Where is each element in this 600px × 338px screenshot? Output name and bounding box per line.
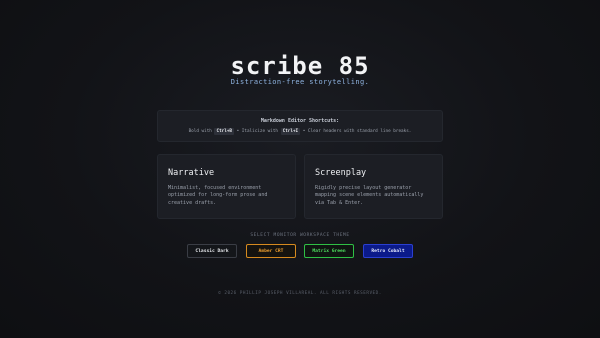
- footer-copyright: © 2026 PHILLIP JOSEPH VILLAREAL. ALL RIG…: [218, 291, 382, 296]
- shortcuts-line: Bold with Ctrl+B • Italicize with Ctrl+I…: [158, 128, 442, 135]
- theme-retro-cobalt-button[interactable]: Retro Cobalt: [363, 244, 413, 258]
- italic-shortcut-text: • Italicize with: [236, 129, 279, 134]
- screenplay-card-title: Screenplay: [315, 168, 367, 178]
- bold-key: Ctrl+B: [214, 128, 235, 135]
- theme-matrix-green-button[interactable]: Matrix Green: [304, 244, 354, 258]
- italic-key: Ctrl+I: [280, 128, 301, 135]
- theme-section-label: SELECT MONITOR WORKSPACE THEME: [250, 233, 350, 238]
- app-tagline: Distraction-free storytelling.: [230, 78, 370, 86]
- bold-shortcut-text: Bold with: [188, 129, 212, 134]
- screenplay-card-description: Rigidly precise layout generator mapping…: [315, 185, 424, 206]
- narrative-card-title: Narrative: [168, 168, 215, 178]
- shortcuts-panel: Markdown Editor Shortcuts: Bold with Ctr…: [157, 110, 443, 142]
- narrative-mode-card[interactable]: Narrative Minimalist, focused environmen…: [157, 154, 296, 219]
- screenplay-mode-card[interactable]: Screenplay Rigidly precise layout genera…: [304, 154, 443, 219]
- theme-classic-dark-button[interactable]: Classic Dark: [187, 244, 237, 258]
- shortcuts-title: Markdown Editor Shortcuts:: [260, 118, 340, 124]
- narrative-card-description: Minimalist, focused environment optimize…: [168, 185, 268, 206]
- theme-amber-crt-button[interactable]: Amber CRT: [246, 244, 296, 258]
- clear-headers-text: • Clear headers with standard line break…: [302, 129, 412, 134]
- app-logo-title: scribe 85: [230, 52, 370, 80]
